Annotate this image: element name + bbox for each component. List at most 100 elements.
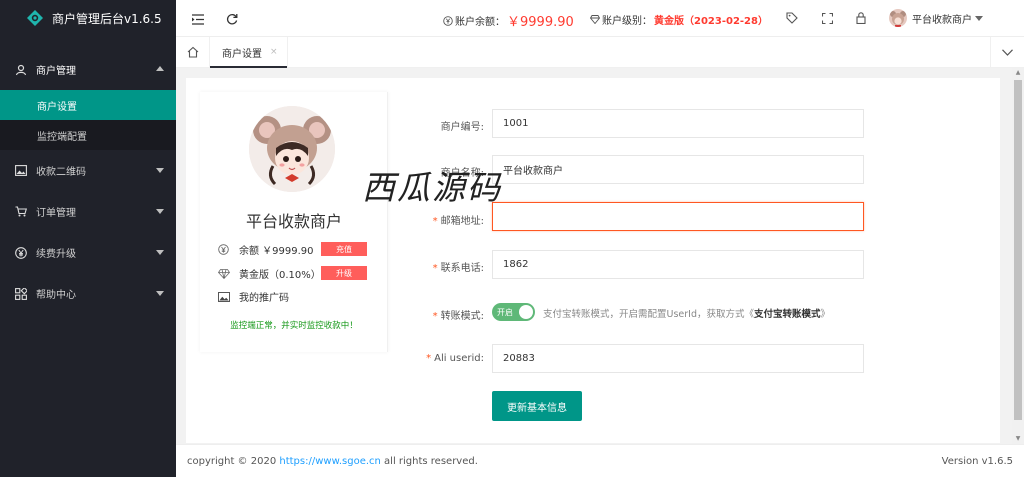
email-label: * 邮箱地址: (390, 212, 484, 227)
required-mark: * (432, 263, 438, 274)
diamond-icon (217, 268, 230, 279)
sidebar-item-label: 帮助中心 (36, 290, 76, 301)
merchant-name: 平台收款商户 (245, 212, 342, 231)
balance-text: 余额 ￥9999.90 (239, 246, 314, 257)
tab-more-button[interactable] (990, 37, 1024, 67)
refresh-icon[interactable] (225, 12, 239, 26)
copyright-suffix: all rights reserved. (380, 456, 478, 467)
chevron-down-icon (156, 168, 164, 173)
sidebar-subitem-merchant-settings[interactable]: 商户设置 (0, 90, 176, 120)
scroll-up-icon[interactable]: ▲ (1014, 69, 1022, 77)
merchant-avatar[interactable] (249, 106, 335, 192)
recharge-button[interactable]: 充值 (321, 242, 367, 256)
app-logo[interactable]: 商户管理后台v1.6.5 (0, 0, 176, 36)
tab-merchant-settings[interactable]: 商户设置 × (210, 37, 288, 68)
menu-fold-icon[interactable] (191, 12, 205, 26)
merchant-icon (14, 64, 28, 76)
chevron-down-icon (156, 250, 164, 255)
chevron-down-icon (975, 15, 983, 21)
image-icon (217, 291, 230, 302)
sidebar: 商户管理后台v1.6.5 商户管理 商户设置 监控端配置 收款二维码 订单管理 (0, 0, 176, 477)
ali-userid-label: * Ali userid: (390, 353, 484, 364)
tab-bar: 商户设置 × (176, 37, 1024, 68)
sidebar-item-label: 订单管理 (36, 208, 76, 219)
switch-text: 开启 (497, 307, 513, 317)
plan-row: 黄金版（0.10%） (217, 266, 321, 281)
sidebar-item-label: 续费升级 (36, 249, 76, 260)
diamond-icon (590, 15, 600, 24)
required-mark: * (432, 216, 438, 227)
transfer-mode-switch[interactable]: 开启 (492, 303, 535, 321)
sidebar-item-renew[interactable]: 续费升级 (0, 232, 176, 273)
email-field[interactable] (492, 202, 864, 231)
home-tab[interactable] (176, 37, 210, 67)
label-text: Ali userid: (434, 353, 484, 364)
promo-text: 我的推广码 (239, 293, 289, 304)
sidebar-item-label: 收款二维码 (36, 167, 86, 178)
balance-row: 余额 ￥9999.90 (217, 242, 314, 257)
username: 平台收款商户 (912, 14, 972, 26)
fullscreen-icon[interactable] (820, 11, 834, 25)
update-info-button[interactable]: 更新基本信息 (492, 391, 582, 421)
sidebar-subitem-label: 商户设置 (37, 101, 77, 113)
tab-label: 商户设置 (222, 48, 262, 60)
account-balance: 账户余额： ￥9999.90 (443, 11, 574, 30)
close-icon[interactable]: × (270, 47, 278, 57)
balance-value: ￥9999.90 (507, 15, 574, 30)
monitor-status: 监控端正常，并实时监控收款中！ (230, 321, 358, 331)
watermark-text: 西瓜源码 (362, 168, 502, 207)
page-scrollbar[interactable]: ▲ ▼ (1012, 68, 1024, 444)
user-menu[interactable]: 平台收款商户 (889, 9, 983, 27)
chevron-down-icon (1002, 48, 1013, 56)
sidebar-item-merchant[interactable]: 商户管理 (0, 49, 176, 90)
copyright-prefix: copyright © 2020 (187, 456, 280, 467)
main-content: 平台收款商户 余额 ￥9999.90 充值 黄金版（0.10%） 升级 我的推广… (186, 78, 1000, 443)
yen-icon (217, 244, 230, 255)
level-value: 黄金版（2023-02-28） (654, 16, 768, 27)
transfer-mode-label: * 转账模式: (390, 307, 484, 322)
label-text: 商户编号: (440, 122, 484, 133)
sidebar-subitem-monitor-config[interactable]: 监控端配置 (0, 120, 176, 150)
field-value: 20883 (503, 353, 535, 364)
chevron-down-icon (156, 291, 164, 296)
logo-icon (26, 9, 44, 27)
level-label: 账户级别： (602, 16, 652, 27)
scroll-down-icon[interactable]: ▼ (1014, 435, 1022, 443)
lock-icon[interactable] (854, 11, 868, 25)
hint-link[interactable]: 支付宝转账模式 (754, 309, 821, 320)
avatar (889, 9, 907, 27)
profile-card: 平台收款商户 余额 ￥9999.90 充值 黄金版（0.10%） 升级 我的推广… (200, 92, 388, 352)
image-icon (14, 165, 28, 176)
footer: copyright © 2020 https://www.sgoe.cn all… (176, 444, 1024, 477)
hint-text: 支付宝转账模式，开启需配置UserId，获取方式《 (543, 309, 754, 320)
cart-icon (14, 206, 28, 217)
account-level: 账户级别： 黄金版（2023-02-28） (590, 12, 768, 27)
sidebar-item-label: 商户管理 (36, 66, 76, 77)
app-title: 商户管理后台v1.6.5 (52, 11, 162, 26)
ali-userid-field[interactable]: 20883 (492, 344, 864, 373)
sidebar-item-qrcode[interactable]: 收款二维码 (0, 150, 176, 191)
yen-icon (14, 246, 28, 259)
merchant-name-field[interactable]: 平台收款商户 (492, 155, 864, 184)
label-text: 邮箱地址: (440, 216, 484, 227)
sidebar-submenu: 商户设置 监控端配置 (0, 90, 176, 150)
hint-end: 》 (820, 309, 831, 320)
field-value: 1862 (503, 259, 529, 270)
transfer-mode-hint: 支付宝转账模式，开启需配置UserId，获取方式《支付宝转账模式》 (543, 306, 830, 320)
balance-label: 账户余额： (455, 17, 505, 28)
promo-row[interactable]: 我的推广码 (217, 289, 289, 304)
copyright: copyright © 2020 https://www.sgoe.cn all… (187, 456, 478, 467)
tag-icon[interactable] (785, 11, 799, 25)
home-icon (187, 46, 199, 58)
sidebar-item-orders[interactable]: 订单管理 (0, 191, 176, 232)
top-header: 账户余额： ￥9999.90 账户级别： 黄金版（2023-02-28） 平台收… (176, 0, 1024, 37)
upgrade-button[interactable]: 升级 (321, 266, 367, 280)
footer-link[interactable]: https://www.sgoe.cn (279, 456, 380, 467)
merchant-id-field[interactable]: 1001 (492, 109, 864, 138)
scroll-thumb[interactable] (1014, 80, 1022, 420)
chevron-down-icon (156, 209, 164, 214)
phone-field[interactable]: 1862 (492, 250, 864, 279)
sidebar-item-help[interactable]: 帮助中心 (0, 273, 176, 314)
version-text: Version v1.6.5 (941, 456, 1013, 467)
required-mark: * (432, 311, 438, 322)
